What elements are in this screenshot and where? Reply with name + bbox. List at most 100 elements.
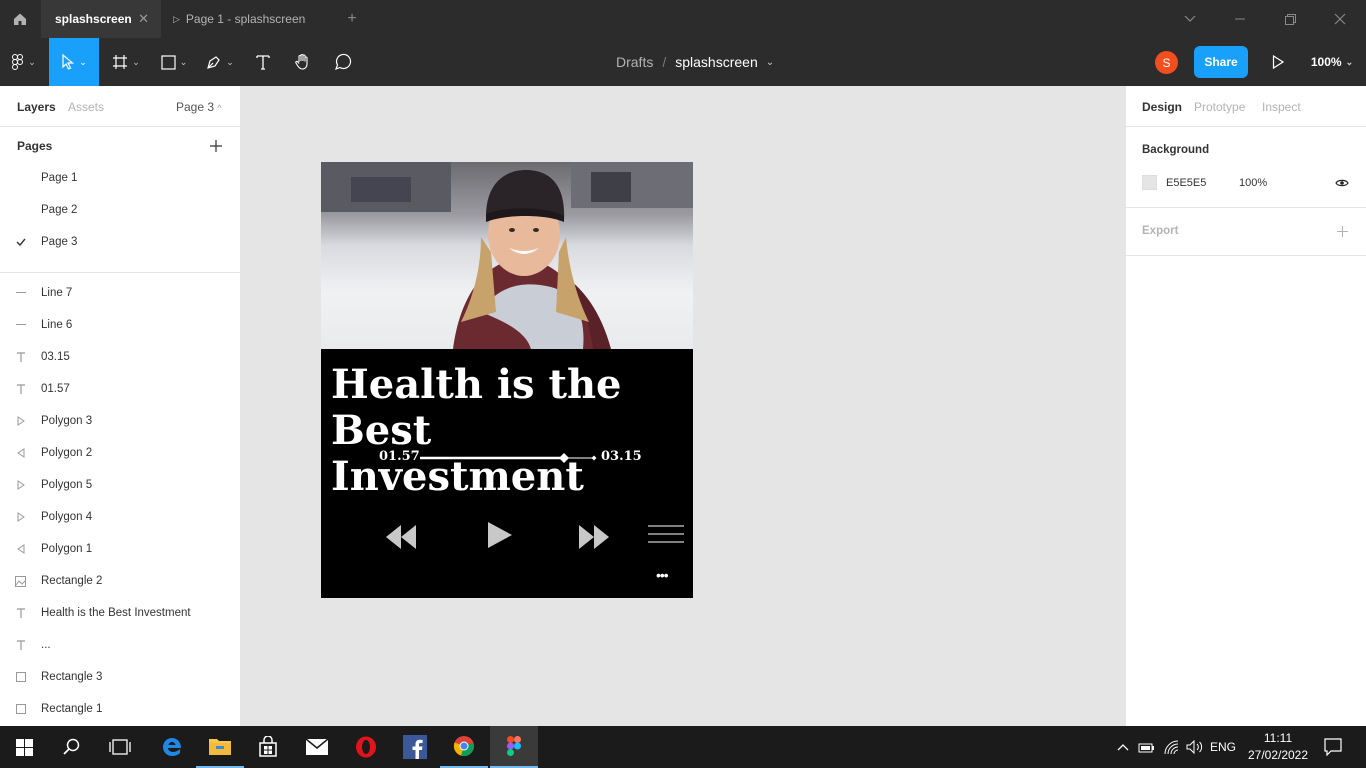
layer-item[interactable]: 03.15 <box>0 341 240 373</box>
pen-tool-button[interactable]: ⌄ <box>200 38 240 86</box>
windows-start-icon[interactable] <box>0 726 48 768</box>
clock[interactable]: 11:11 27/02/2022 <box>1246 730 1310 764</box>
language-indicator[interactable]: ENG <box>1210 740 1236 754</box>
page-selector[interactable]: Page 3 ^ <box>176 100 222 114</box>
edge-browser-icon[interactable] <box>148 726 196 768</box>
image-icon <box>0 575 41 587</box>
eye-icon[interactable] <box>1334 175 1350 191</box>
tab-prototype[interactable]: Prototype <box>1194 100 1245 114</box>
layer-label: Polygon 3 <box>41 415 93 427</box>
layer-item[interactable]: Polygon 3 <box>0 405 240 437</box>
tab-assets[interactable]: Assets <box>68 100 104 114</box>
comment-tool-button[interactable] <box>330 38 356 86</box>
wifi-icon[interactable] <box>1160 726 1184 768</box>
canvas[interactable]: Health is the Best Investment 01.57 03.1… <box>241 86 1341 726</box>
play-icon <box>1272 55 1284 69</box>
shape-tool-button[interactable]: ⌄ <box>154 38 194 86</box>
text-tool-button[interactable] <box>250 38 276 86</box>
page-item-1[interactable]: Page 1 <box>0 162 240 194</box>
present-button[interactable] <box>1264 38 1292 86</box>
progress-thumb[interactable] <box>559 453 569 463</box>
battery-icon[interactable] <box>1136 726 1158 768</box>
layer-item[interactable]: Rectangle 1 <box>0 693 240 725</box>
clock-date: 27/02/2022 <box>1247 748 1309 762</box>
progress-end-marker <box>591 455 597 461</box>
rewind-icon[interactable] <box>385 524 417 550</box>
chevron-down-icon[interactable]: ⌄ <box>766 57 774 68</box>
notifications-icon[interactable] <box>1318 726 1348 768</box>
fast-forward-icon[interactable] <box>578 524 610 550</box>
line-icon <box>0 324 41 326</box>
divider <box>0 272 240 273</box>
layer-label: 01.57 <box>41 383 70 395</box>
layer-item[interactable]: Polygon 4 <box>0 501 240 533</box>
tab-layers[interactable]: Layers <box>17 100 56 114</box>
layer-label: Line 7 <box>41 287 73 299</box>
new-tab-icon[interactable]: + <box>340 0 364 38</box>
text-icon <box>0 383 41 395</box>
add-export-icon[interactable] <box>1334 223 1350 239</box>
breadcrumb-drafts[interactable]: Drafts <box>616 54 653 70</box>
close-window-button[interactable] <box>1315 0 1365 38</box>
tab-inspect[interactable]: Inspect <box>1262 100 1301 114</box>
share-button[interactable]: Share <box>1194 46 1248 78</box>
move-tool-button[interactable]: ⌄ <box>49 38 99 86</box>
layer-item[interactable]: Rectangle 3 <box>0 661 240 693</box>
layer-item[interactable]: Polygon 5 <box>0 469 240 501</box>
text-icon <box>256 55 270 70</box>
splash-frame[interactable]: Health is the Best Investment 01.57 03.1… <box>321 162 693 598</box>
layer-label: Polygon 4 <box>41 511 93 523</box>
home-icon[interactable] <box>0 0 40 38</box>
headline: Health is the Best Investment <box>331 362 691 500</box>
background-hex[interactable]: E5E5E5 <box>1166 177 1206 189</box>
opera-icon[interactable] <box>342 726 390 768</box>
mail-icon[interactable] <box>293 726 341 768</box>
layer-item[interactable]: Line 6 <box>0 309 240 341</box>
layer-label: Polygon 1 <box>41 543 93 555</box>
background-opacity[interactable]: 100% <box>1239 177 1267 189</box>
playlist-menu-icon[interactable] <box>648 524 684 544</box>
page-item-3[interactable]: Page 3 <box>0 226 240 258</box>
zoom-dropdown[interactable]: 100% ⌄ <box>1306 38 1358 86</box>
layer-item[interactable]: Polygon 2 <box>0 437 240 469</box>
layer-item[interactable]: Line 7 <box>0 277 240 309</box>
store-icon[interactable] <box>244 726 292 768</box>
page-item-2[interactable]: Page 2 <box>0 194 240 226</box>
layer-item[interactable]: Polygon 1 <box>0 533 240 565</box>
file-name[interactable]: splashscreen <box>675 54 758 70</box>
layer-item[interactable]: ... <box>0 629 240 661</box>
volume-icon[interactable] <box>1184 726 1206 768</box>
more-options-icon[interactable]: ••• <box>656 567 669 583</box>
background-swatch[interactable] <box>1142 175 1157 190</box>
minimize-button[interactable] <box>1215 0 1265 38</box>
tab-design[interactable]: Design <box>1142 100 1182 114</box>
layer-item[interactable]: Rectangle 2 <box>0 565 240 597</box>
restore-button[interactable] <box>1265 0 1315 38</box>
chevron-up-icon[interactable] <box>1112 726 1134 768</box>
tab-splashscreen[interactable]: splashscreen ✕ <box>41 0 161 38</box>
chrome-icon[interactable] <box>440 726 488 768</box>
hand-tool-button[interactable] <box>290 38 316 86</box>
tab-prototype[interactable]: ▷ Page 1 - splashscreen <box>161 0 341 38</box>
frame-tool-button[interactable]: ⌄ <box>106 38 146 86</box>
photo-image <box>321 162 693 349</box>
progress-bar[interactable] <box>420 450 598 466</box>
layers-panel: Layers Assets Page 3 ^ Pages Page 1 Page… <box>0 86 241 726</box>
figma-app-icon[interactable] <box>490 726 538 768</box>
close-tab-icon[interactable]: ✕ <box>138 11 149 27</box>
file-explorer-icon[interactable] <box>196 726 244 768</box>
pen-icon <box>207 56 220 69</box>
play-button-icon[interactable] <box>487 521 513 549</box>
facebook-icon[interactable] <box>391 726 439 768</box>
search-icon[interactable] <box>48 726 96 768</box>
chevron-down-icon[interactable] <box>1165 0 1215 38</box>
task-view-icon[interactable] <box>96 726 144 768</box>
polygon-left-icon <box>0 448 41 458</box>
layer-item[interactable]: 01.57 <box>0 373 240 405</box>
add-page-icon[interactable] <box>206 136 226 156</box>
check-icon <box>0 238 41 246</box>
main-menu-button[interactable]: ⌄ <box>0 38 48 86</box>
layer-label: Health is the Best Investment <box>41 607 191 619</box>
avatar[interactable]: S <box>1155 51 1178 74</box>
layer-item[interactable]: Health is the Best Investment <box>0 597 240 629</box>
